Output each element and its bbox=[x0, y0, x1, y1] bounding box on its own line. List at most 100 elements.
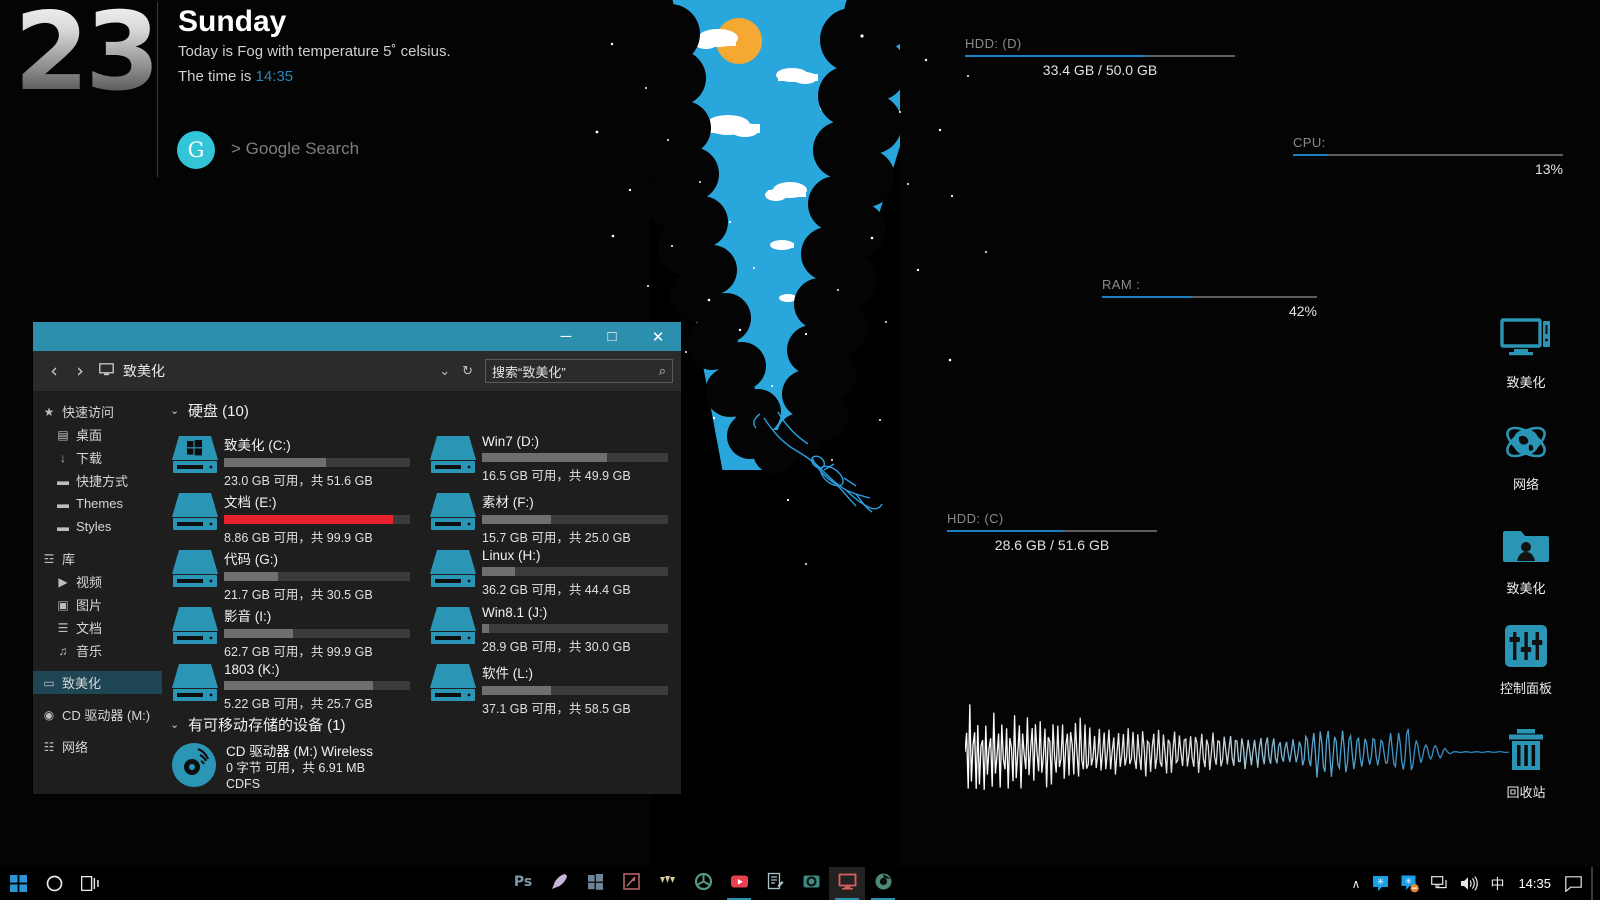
back-button[interactable]: ‹ bbox=[41, 360, 67, 382]
sidebar-item-0[interactable]: ★ 快速访问 bbox=[33, 400, 162, 423]
taskbar-app-file-explorer[interactable] bbox=[829, 867, 865, 900]
group-header-hard-disks[interactable]: ⌄ 硬盘 (10) bbox=[170, 400, 675, 421]
sidebar-item-label: Themes bbox=[76, 496, 123, 511]
search-input[interactable]: 搜索“致美化” ⌕ bbox=[485, 359, 673, 383]
cortana-search-button[interactable] bbox=[36, 867, 72, 900]
drive-usage-fill bbox=[224, 629, 293, 638]
taskbar-app-trident[interactable] bbox=[649, 867, 685, 900]
breadcrumb-path[interactable]: 致美化 bbox=[123, 361, 165, 381]
sidebar-item-11[interactable]: ▭ 致美化 bbox=[33, 671, 162, 694]
group-header-removable[interactable]: ⌄ 有可移动存储的设备 (1) bbox=[170, 714, 675, 735]
drive-item[interactable]: 1803 (K:) 5.22 GB 可用，共 25.7 GB bbox=[170, 655, 420, 711]
taskbar-app-notepad[interactable] bbox=[757, 867, 793, 900]
ps-icon: Ps bbox=[513, 872, 533, 896]
search-icon[interactable]: ⌕ bbox=[659, 363, 666, 379]
removable-device-info: CD 驱动器 (M:) Wireless 0 字节 可用，共 6.91 MB C… bbox=[220, 741, 373, 792]
system-tray[interactable]: ∧ ✳ ✳ 中 14:35 bbox=[1346, 867, 1596, 900]
picture-icon: ▣ bbox=[57, 597, 69, 612]
taskbar-app-chrome[interactable] bbox=[865, 867, 901, 900]
drive-item[interactable]: Linux (H:) 36.2 GB 可用，共 44.4 GB bbox=[428, 541, 678, 597]
sidebar-item-5[interactable]: ▬ Styles bbox=[33, 515, 162, 538]
explorer-content-pane[interactable]: ⌄ 硬盘 (10) 致美化 (C:) 23.0 GB 可用，共 51.6 GB Wi… bbox=[162, 392, 681, 794]
taskbar-app-photoshop[interactable]: Ps bbox=[505, 867, 541, 900]
drive-item[interactable]: Win7 (D:) 16.5 GB 可用，共 49.9 GB bbox=[428, 427, 678, 484]
show-desktop-bar[interactable] bbox=[1588, 867, 1596, 900]
taskbar-app-youtube[interactable] bbox=[721, 867, 757, 900]
sidebar-item-13[interactable]: ☷ 网络 bbox=[33, 735, 162, 758]
desktop-icon-control-panel[interactable]: 控制面板 bbox=[1484, 618, 1568, 697]
drive-size: 37.1 GB 可用，共 58.5 GB bbox=[482, 702, 631, 716]
search-input-value[interactable]: 搜索“致美化” bbox=[492, 362, 659, 381]
sidebar-item-9[interactable]: ☰ 文档 bbox=[33, 616, 162, 639]
explorer-sidebar[interactable]: ★ 快速访问 ▤ 桌面 ↓ 下载 ▬ 快捷方式 ▬ Themes ▬ Styles ☲ 库 ▶ 视频 ▣ 图片 ☰ 文… bbox=[33, 392, 162, 794]
desktop-icon-network[interactable]: 网络 bbox=[1484, 414, 1568, 493]
taskbar-app-group[interactable]: Ps bbox=[505, 867, 901, 900]
taskbar-app-store[interactable] bbox=[577, 867, 613, 900]
chevron-down-icon[interactable]: ⌄ bbox=[433, 363, 456, 379]
qq-icon[interactable]: ✳ bbox=[1366, 867, 1395, 900]
trident-icon bbox=[658, 872, 677, 896]
desktop-icon-label: 控制面板 bbox=[1499, 681, 1552, 696]
sidebar-item-7[interactable]: ▶ 视频 bbox=[33, 570, 162, 593]
taskbar-app-snipaste[interactable] bbox=[613, 867, 649, 900]
desktop[interactable]: 23 Sunday Today is Fog with temperature … bbox=[0, 0, 1600, 900]
google-search-badge[interactable]: G bbox=[177, 131, 215, 169]
drive-usage-bar bbox=[482, 515, 668, 524]
desktop-icon-recycle-bin[interactable]: 回收站 bbox=[1484, 722, 1568, 801]
removable-device-item[interactable]: CD 驱动器 (M:) Wireless 0 字节 可用，共 6.91 MB C… bbox=[170, 741, 675, 792]
chevron-down-icon[interactable]: ⌄ bbox=[170, 718, 188, 731]
drive-item[interactable]: 软件 (L:) 37.1 GB 可用，共 58.5 GB bbox=[428, 655, 678, 716]
refresh-icon[interactable]: ↻ bbox=[456, 363, 479, 379]
drive-usage-fill bbox=[482, 567, 516, 576]
maximize-button[interactable]: □ bbox=[589, 322, 635, 351]
chevron-up-icon[interactable]: ∧ bbox=[1346, 867, 1367, 900]
chevron-down-icon[interactable]: ⌄ bbox=[170, 404, 188, 417]
drive-usage-bar bbox=[482, 567, 668, 576]
task-view-button[interactable] bbox=[72, 867, 108, 900]
drive-item[interactable]: Win8.1 (J:) 28.9 GB 可用，共 30.0 GB bbox=[428, 598, 678, 654]
sidebar-item-8[interactable]: ▣ 图片 bbox=[33, 593, 162, 616]
file-explorer-window[interactable]: ─ □ ✕ ‹ › 致美化 ⌄ ↻ 搜索“致美化” ⌕ ★ 快速访问 ▤ 桌面 ↓ 下载 ▬… bbox=[33, 322, 681, 794]
sidebar-item-3[interactable]: ▬ 快捷方式 bbox=[33, 469, 162, 492]
qq-secondary-icon[interactable]: ✳ bbox=[1395, 867, 1425, 900]
library-icon: ☲ bbox=[43, 551, 55, 566]
start-button[interactable] bbox=[0, 867, 36, 900]
close-button[interactable]: ✕ bbox=[635, 322, 681, 351]
network-icon[interactable] bbox=[1425, 867, 1454, 900]
drive-item[interactable]: 影音 (I:) 62.7 GB 可用，共 99.9 GB bbox=[170, 598, 420, 659]
drive-item[interactable]: 代码 (G:) 21.7 GB 可用，共 30.5 GB bbox=[170, 541, 420, 602]
ime-indicator[interactable]: 中 bbox=[1484, 867, 1510, 900]
forward-button[interactable]: › bbox=[67, 360, 93, 382]
drive-info: 软件 (L:) 37.1 GB 可用，共 58.5 GB bbox=[478, 658, 678, 717]
explorer-navigation-bar[interactable]: ‹ › 致美化 ⌄ ↻ 搜索“致美化” ⌕ bbox=[33, 351, 681, 392]
taskbar-clock[interactable]: 14:35 bbox=[1510, 876, 1559, 891]
drive-item[interactable]: 素材 (F:) 15.7 GB 可用，共 25.0 GB bbox=[428, 484, 678, 545]
speaker-icon[interactable] bbox=[1454, 867, 1484, 900]
sidebar-item-12[interactable]: ◉ CD 驱动器 (M:) bbox=[33, 703, 162, 726]
drive-item[interactable]: 致美化 (C:) 23.0 GB 可用，共 51.6 GB bbox=[170, 427, 420, 488]
taskbar[interactable]: Ps ∧ ✳ ✳ 中 14:35 bbox=[0, 867, 1600, 900]
desktop-icon-this-pc[interactable]: 致美化 bbox=[1484, 312, 1568, 391]
drive-item[interactable]: 文档 (E:) 8.86 GB 可用，共 99.9 GB bbox=[170, 484, 420, 545]
taskbar-app-rocket-dock[interactable] bbox=[541, 867, 577, 900]
drive-info: Win7 (D:) 16.5 GB 可用，共 49.9 GB bbox=[478, 430, 678, 484]
sidebar-item-2[interactable]: ↓ 下载 bbox=[33, 446, 162, 469]
desktop-icon-user-folder[interactable]: 致美化 bbox=[1484, 518, 1568, 597]
notification-icon[interactable] bbox=[1559, 867, 1588, 900]
drive-grid[interactable]: 致美化 (C:) 23.0 GB 可用，共 51.6 GB Win7 (D:) 16.… bbox=[170, 427, 678, 716]
drive-icon bbox=[170, 658, 220, 708]
sidebar-item-10[interactable]: ♫ 音乐 bbox=[33, 639, 162, 662]
sidebar-item-1[interactable]: ▤ 桌面 bbox=[33, 423, 162, 446]
sidebar-item-4[interactable]: ▬ Themes bbox=[33, 492, 162, 515]
sidebar-item-6[interactable]: ☲ 库 bbox=[33, 547, 162, 570]
audio-visualizer-widget bbox=[964, 700, 1510, 805]
taskbar-app-camera[interactable] bbox=[793, 867, 829, 900]
explorer-title-bar[interactable]: ─ □ ✕ bbox=[33, 322, 681, 351]
desktop-icon-label: 致美化 bbox=[1506, 581, 1546, 596]
google-search-label[interactable]: > Google Search bbox=[231, 139, 359, 159]
minimize-button[interactable]: ─ bbox=[543, 322, 589, 351]
drive-size: 28.9 GB 可用，共 30.0 GB bbox=[482, 640, 631, 654]
taskbar-left-group[interactable] bbox=[0, 867, 108, 900]
taskbar-app-shutter[interactable] bbox=[685, 867, 721, 900]
drive-usage-fill bbox=[224, 572, 278, 581]
